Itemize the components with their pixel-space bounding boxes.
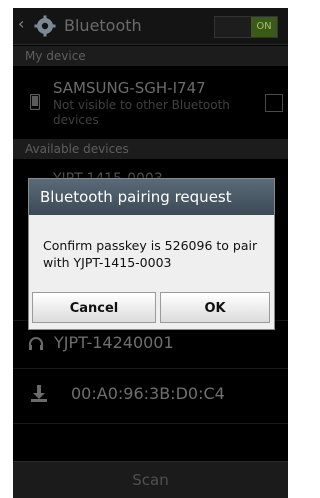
dialog-message: Confirm passkey is 526096 to pair with Y… [43, 238, 258, 270]
headphones-icon [29, 337, 43, 350]
section-header-available: Available devices [13, 139, 288, 159]
cancel-button[interactable]: Cancel [32, 292, 156, 323]
visibility-checkbox[interactable] [265, 94, 283, 112]
page-title: Bluetooth [64, 16, 142, 35]
device-item-yjpt-14240001[interactable]: YJPT-14240001 [54, 333, 174, 352]
screen: ‹ Bluetooth ON My device SAMSUNG-SGH-I74… [13, 8, 288, 498]
dialog-title: Bluetooth pairing request [29, 179, 274, 215]
ok-button[interactable]: OK [160, 292, 270, 323]
action-bar: ‹ Bluetooth ON [13, 8, 288, 45]
my-device-name: SAMSUNG-SGH-I747 [53, 79, 206, 97]
device-item-mac[interactable]: 00:A0:96:3B:D0:C4 [71, 384, 225, 403]
divider [13, 368, 288, 369]
bluetooth-toggle[interactable]: ON [214, 16, 278, 38]
section-header-my-device: My device [13, 46, 288, 66]
download-icon [31, 385, 47, 402]
back-chevron-icon[interactable]: ‹ [18, 14, 24, 33]
my-device-status: Not visible to other Bluetooth devices [53, 98, 230, 127]
gear-icon[interactable] [34, 15, 56, 37]
scan-button[interactable]: Scan [13, 461, 288, 498]
toggle-on-label: ON [251, 17, 277, 37]
phone-icon [30, 94, 40, 110]
divider [13, 423, 288, 424]
pairing-dialog: Bluetooth pairing request Confirm passke… [28, 178, 275, 330]
